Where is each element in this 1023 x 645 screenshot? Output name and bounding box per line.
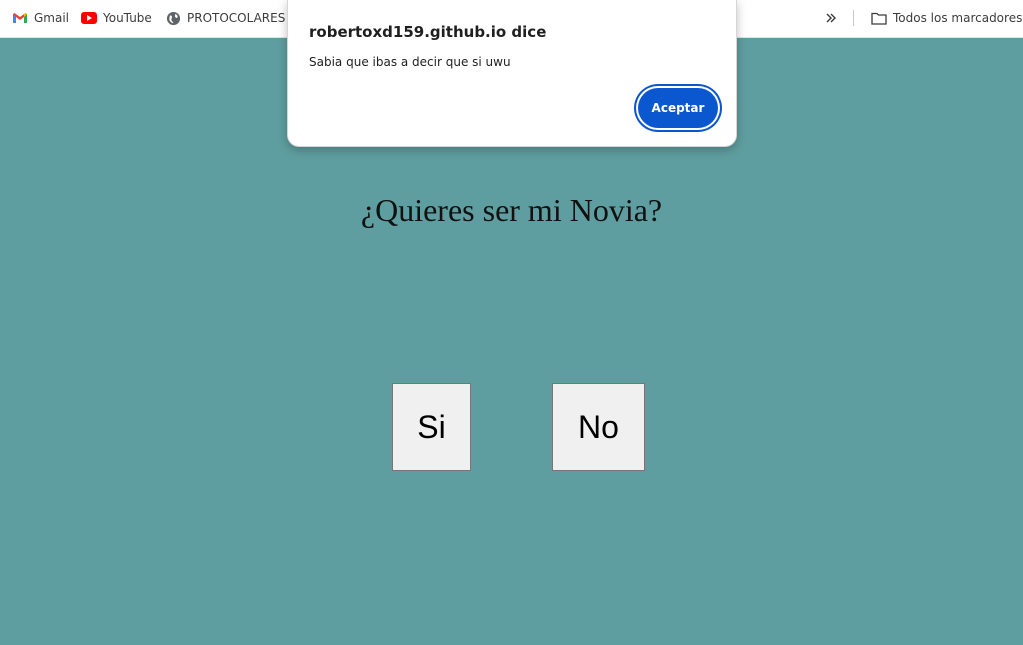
no-button[interactable]: No: [552, 383, 645, 471]
all-bookmarks-button[interactable]: Todos los marcadores: [871, 0, 1022, 36]
bookmark-label: Todos los marcadores: [893, 11, 1023, 25]
alert-title: robertoxd159.github.io dice: [309, 23, 547, 41]
alert-dialog: robertoxd159.github.io dice Sabia que ib…: [287, 0, 737, 147]
page-question: ¿Quieres ser mi Novia?: [360, 192, 663, 228]
youtube-icon: [81, 12, 97, 24]
bookmark-label: YouTube: [103, 11, 152, 25]
alert-message: Sabia que ibas a decir que si uwu: [309, 55, 511, 69]
bookmark-youtube[interactable]: YouTube: [81, 0, 152, 36]
bookmarks-divider: [853, 10, 854, 26]
bookmark-protocolares[interactable]: PROTOCOLARES: [166, 0, 285, 36]
bookmark-gmail[interactable]: Gmail: [12, 0, 69, 36]
bookmark-label: Gmail: [34, 11, 70, 25]
bookmark-label: PROTOCOLARES: [187, 11, 286, 25]
yes-button[interactable]: Si: [392, 383, 471, 471]
double-chevron-right-icon[interactable]: [822, 8, 840, 28]
globe-icon: [166, 11, 181, 26]
gmail-icon: [12, 12, 28, 24]
accept-button[interactable]: Aceptar: [638, 88, 718, 128]
folder-icon: [871, 12, 887, 25]
